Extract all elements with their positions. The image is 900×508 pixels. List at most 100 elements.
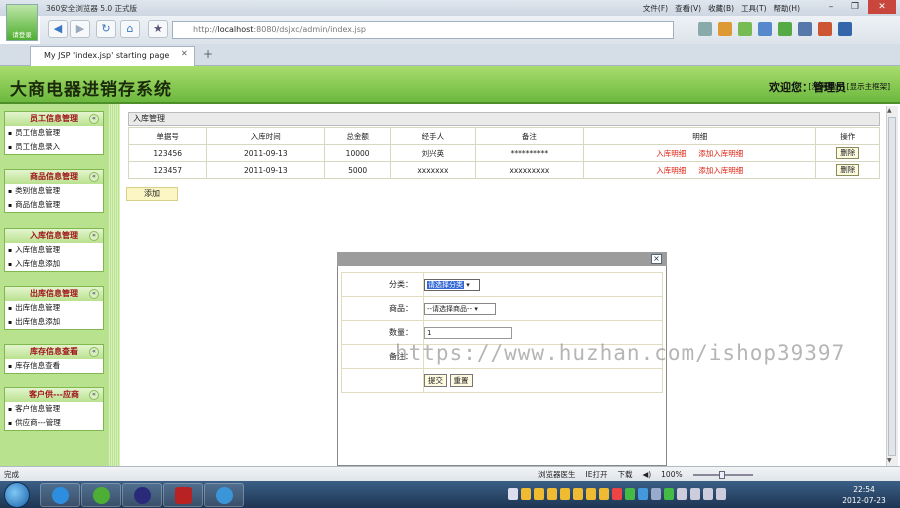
tray-icon[interactable]: [599, 488, 609, 500]
favorite-star-icon[interactable]: ★: [148, 20, 168, 38]
sidebar-splitter[interactable]: [108, 104, 120, 466]
submit-button[interactable]: 提交: [424, 374, 447, 387]
sidebar-group-title[interactable]: 员工信息管理 «: [5, 112, 103, 126]
taskbar-eclipse-icon[interactable]: [122, 483, 162, 507]
scroll-down-icon[interactable]: ▼: [887, 457, 892, 464]
sidebar-item[interactable]: 员工信息录入: [5, 140, 103, 154]
restore-icon[interactable]: ❐: [844, 0, 866, 14]
plugin-icon[interactable]: [778, 22, 792, 36]
shield-icon[interactable]: [698, 22, 712, 36]
collapse-icon[interactable]: «: [89, 390, 99, 400]
address-bar[interactable]: http://localhost:8080/dsjxc/admin/index.…: [172, 21, 674, 39]
new-tab-icon[interactable]: +: [200, 48, 216, 62]
zoom-slider-handle[interactable]: [718, 470, 725, 479]
close-window-icon[interactable]: ✕: [868, 0, 896, 14]
wrench-icon[interactable]: [798, 22, 812, 36]
sidebar-item[interactable]: 入库信息管理: [5, 243, 103, 257]
tray-icon[interactable]: [534, 488, 544, 500]
sidebar-item[interactable]: 客户信息管理: [5, 402, 103, 416]
detail-link[interactable]: 入库明细: [656, 149, 686, 158]
menu-tools[interactable]: 工具(T): [741, 3, 766, 14]
tray-icon[interactable]: [638, 488, 648, 500]
package-icon[interactable]: [718, 22, 732, 36]
taskbar-toolbox-icon[interactable]: [163, 483, 203, 507]
dialog-title-bar[interactable]: [337, 252, 667, 266]
ie-open-button[interactable]: IE打开: [586, 469, 608, 480]
sidebar-item[interactable]: 入库信息添加: [5, 257, 103, 271]
start-button-icon[interactable]: [4, 482, 30, 508]
detail-link[interactable]: 入库明细: [656, 166, 686, 175]
menu-view[interactable]: 查看(V): [675, 3, 701, 14]
sidebar-item[interactable]: 供应商---管理: [5, 416, 103, 430]
add-button[interactable]: 添加: [126, 187, 178, 201]
home-icon[interactable]: ⌂: [120, 20, 140, 38]
show-frame-link[interactable]: [显示主框架]: [847, 82, 890, 91]
tab-index[interactable]: My JSP 'index.jsp' starting page: [30, 46, 195, 66]
sidebar-group-title[interactable]: 客户供---应商 «: [5, 388, 103, 402]
tray-icon[interactable]: [586, 488, 596, 500]
minimize-icon[interactable]: –: [820, 0, 842, 14]
mail-icon[interactable]: [758, 22, 772, 36]
tray-icon[interactable]: [703, 488, 713, 500]
back-icon[interactable]: ◀: [48, 20, 68, 38]
collapse-icon[interactable]: «: [89, 114, 99, 124]
tray-icon[interactable]: [547, 488, 557, 500]
browser-doctor-button[interactable]: 浏览器医生: [538, 469, 576, 480]
sidebar-item[interactable]: 出库信息添加: [5, 315, 103, 329]
zoom-level[interactable]: 100%: [661, 470, 682, 479]
taskbar-qq-icon[interactable]: [204, 483, 244, 507]
sidebar-group-title[interactable]: 入库信息管理 «: [5, 229, 103, 243]
taskbar-ie-icon[interactable]: [40, 483, 80, 507]
refresh-icon[interactable]: ↻: [96, 20, 116, 38]
zoom-slider[interactable]: [692, 470, 753, 479]
sidebar-item[interactable]: 商品信息管理: [5, 198, 103, 212]
menu-favorites[interactable]: 收藏(B): [708, 3, 734, 14]
sidebar-group-title[interactable]: 库存信息查看 «: [5, 345, 103, 359]
tray-icon[interactable]: [508, 488, 518, 500]
product-select[interactable]: --请选择商品-- ▾: [424, 302, 496, 315]
sidebar-item[interactable]: 类别信息管理: [5, 184, 103, 198]
quantity-input[interactable]: 1: [424, 326, 512, 339]
collapse-icon[interactable]: «: [89, 347, 99, 357]
tray-icon[interactable]: [625, 488, 635, 500]
sidebar-group-title[interactable]: 出库信息管理 «: [5, 287, 103, 301]
scrollbar-thumb[interactable]: [888, 117, 896, 456]
collapse-icon[interactable]: «: [89, 172, 99, 182]
tab-close-icon[interactable]: ✕: [181, 49, 188, 58]
taskbar-360-browser-icon[interactable]: [81, 483, 121, 507]
download-button[interactable]: 下载: [617, 469, 632, 480]
delete-button[interactable]: 删除: [836, 164, 860, 176]
tray-icon[interactable]: [690, 488, 700, 500]
gamepad-icon[interactable]: [818, 22, 832, 36]
dialog-close-icon[interactable]: ×: [651, 254, 662, 264]
tray-icon[interactable]: [521, 488, 531, 500]
tray-icon[interactable]: [651, 488, 661, 500]
tray-icon[interactable]: [573, 488, 583, 500]
add-detail-link[interactable]: 添加入库明细: [698, 149, 743, 158]
collapse-icon[interactable]: «: [89, 289, 99, 299]
dots-icon[interactable]: [838, 22, 852, 36]
logout-link[interactable]: [注销退出]: [808, 82, 844, 91]
tray-icon[interactable]: [677, 488, 687, 500]
forward-icon[interactable]: ▶: [70, 20, 90, 38]
speaker-icon[interactable]: ◀): [642, 470, 651, 479]
sidebar-item[interactable]: 库存信息查看: [5, 359, 103, 373]
tray-icon[interactable]: [612, 488, 622, 500]
sidebar-group-title[interactable]: 商品信息管理 «: [5, 170, 103, 184]
login-label[interactable]: 请登录: [6, 29, 38, 39]
scroll-up-icon[interactable]: ▲: [887, 107, 892, 114]
category-select[interactable]: 请选择分类 ▾: [424, 278, 480, 291]
collapse-icon[interactable]: «: [89, 231, 99, 241]
tray-icon[interactable]: [560, 488, 570, 500]
tray-icon[interactable]: [716, 488, 726, 500]
add-detail-link[interactable]: 添加入库明细: [698, 166, 743, 175]
reset-button[interactable]: 重置: [449, 374, 473, 387]
sidebar-item[interactable]: 员工信息管理: [5, 126, 103, 140]
grid-icon[interactable]: [738, 22, 752, 36]
menu-file[interactable]: 文件(F): [643, 3, 668, 14]
taskbar-clock[interactable]: 22:54 2012-07-23: [834, 484, 894, 506]
menu-help[interactable]: 帮助(H): [774, 3, 801, 14]
delete-button[interactable]: 删除: [836, 147, 860, 159]
sidebar-item[interactable]: 出库信息管理: [5, 301, 103, 315]
tray-icon[interactable]: [664, 488, 674, 500]
